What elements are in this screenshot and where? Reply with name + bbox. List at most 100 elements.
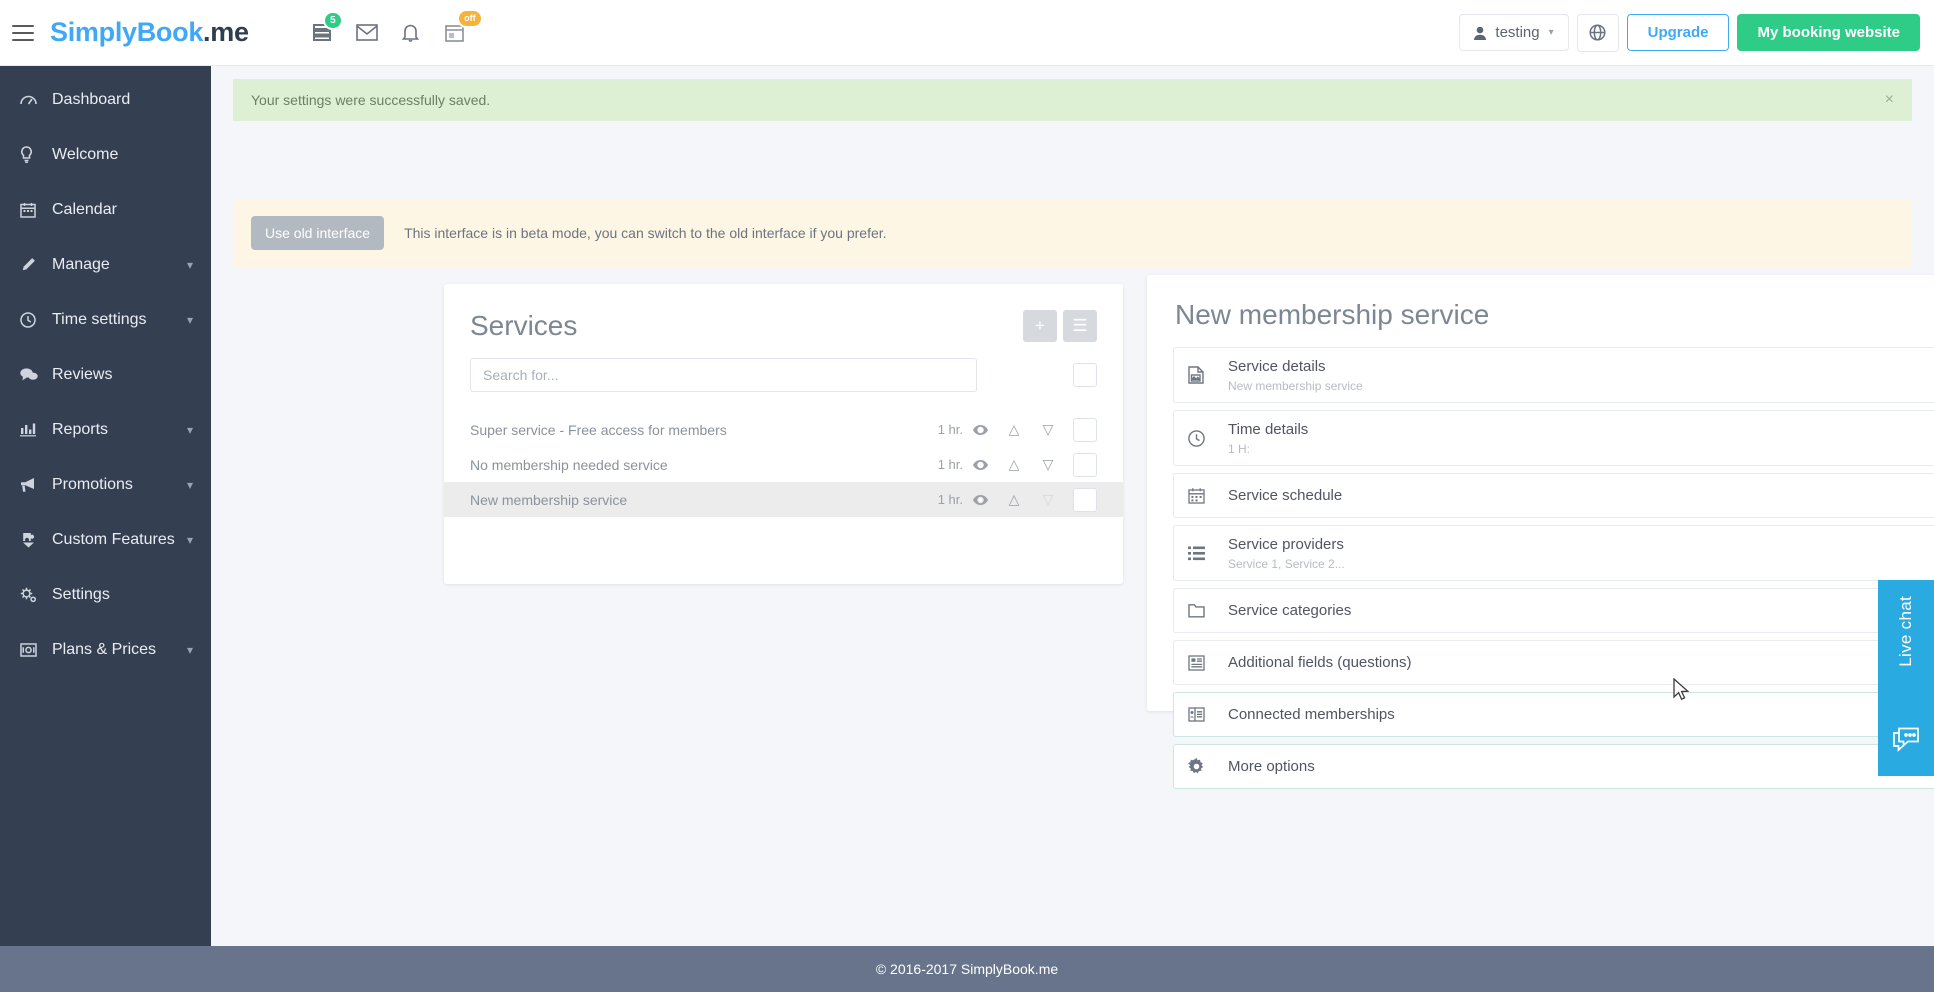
select-all-checkbox[interactable]: [1073, 363, 1097, 387]
detail-row-service-details[interactable]: Service details New membership service: [1173, 347, 1934, 403]
page-title: Services: [470, 310, 578, 341]
upgrade-button[interactable]: Upgrade: [1626, 14, 1730, 51]
top-bar: SimplyBook.me 5 off testing ▾ Upgrade My…: [0, 0, 1934, 66]
calendar-icon: [20, 202, 46, 218]
row-checkbox[interactable]: [1073, 452, 1097, 477]
chevron-down-icon: ▾: [186, 312, 193, 327]
live-chat-tab[interactable]: Live chat: [1878, 580, 1934, 776]
move-down-icon[interactable]: ▽: [1031, 421, 1065, 438]
move-down-icon[interactable]: ▽: [1031, 491, 1065, 508]
detail-row-additional-fields[interactable]: Additional fields (questions): [1173, 640, 1934, 685]
close-icon[interactable]: ×: [1885, 91, 1894, 109]
eye-icon[interactable]: [963, 422, 997, 438]
top-right-group: testing ▾ Upgrade My booking website: [1459, 13, 1934, 52]
row-checkbox[interactable]: [1073, 487, 1097, 512]
service-duration: 1 hr.: [937, 422, 963, 437]
detail-text: Service categories: [1228, 602, 1351, 620]
sidebar-item-plans-prices[interactable]: Plans & Prices ▾: [0, 622, 211, 677]
detail-text: Time details 1 H:: [1228, 421, 1308, 456]
detail-row-time-details[interactable]: Time details 1 H:: [1173, 410, 1934, 466]
eye-icon[interactable]: [963, 457, 997, 473]
sidebar-item-promotions[interactable]: Promotions ▾: [0, 457, 211, 512]
pencil-icon: [20, 257, 46, 273]
id-card-icon: [1188, 707, 1228, 722]
list-icon: [1188, 546, 1228, 561]
services-list: Super service - Free access for members …: [444, 412, 1123, 517]
off-badge: off: [457, 8, 483, 28]
news-icon[interactable]: 5: [301, 10, 345, 55]
clock-icon: [20, 311, 46, 328]
chevron-down-icon: ▾: [1548, 27, 1554, 38]
sidebar-item-calendar[interactable]: Calendar: [0, 182, 211, 237]
chevron-down-icon: ▾: [186, 642, 193, 657]
logo[interactable]: SimplyBook.me: [50, 17, 249, 48]
my-booking-website-button[interactable]: My booking website: [1737, 14, 1920, 51]
detail-label: Service categories: [1228, 601, 1352, 619]
sidebar-item-time-settings[interactable]: Time settings ▾: [0, 292, 211, 347]
service-duration: 1 hr.: [937, 457, 963, 472]
sidebar-item-settings[interactable]: Settings: [0, 567, 211, 622]
sidebar-item-label: Reviews: [52, 365, 113, 383]
bulb-icon: [20, 146, 46, 163]
service-name: No membership needed service: [470, 456, 668, 473]
sidebar-item-dashboard[interactable]: Dashboard: [0, 72, 211, 127]
table-row[interactable]: New membership service 1 hr. △ ▽: [444, 482, 1123, 517]
detail-row-service-schedule[interactable]: Service schedule: [1173, 473, 1934, 518]
bell-icon[interactable]: [389, 11, 433, 55]
globe-icon[interactable]: [1576, 13, 1619, 52]
search-input[interactable]: [470, 358, 977, 392]
detail-sublabel: 1 H:: [1228, 441, 1251, 456]
card-icon: [20, 642, 46, 657]
detail-title: New membership service: [1175, 299, 1490, 330]
move-up-icon[interactable]: △: [997, 456, 1031, 473]
user-menu[interactable]: testing ▾: [1459, 14, 1569, 51]
detail-text: Connected memberships: [1228, 706, 1395, 724]
user-name: testing: [1495, 24, 1540, 41]
detail-label: Service schedule: [1228, 486, 1343, 504]
sidebar-item-welcome[interactable]: Welcome: [0, 127, 211, 182]
sidebar-item-custom-features[interactable]: Custom Features ▾: [0, 512, 211, 567]
calendar-widget-icon[interactable]: off: [433, 8, 483, 55]
beta-bar-text: This interface is in beta mode, you can …: [404, 225, 887, 241]
sidebar-item-reviews[interactable]: Reviews: [0, 347, 211, 402]
chevron-down-icon: ▾: [186, 532, 193, 547]
success-alert-text: Your settings were successfully saved.: [251, 92, 491, 108]
detail-label: More options: [1228, 757, 1315, 775]
gear-icon: [1188, 758, 1228, 775]
sidebar: Dashboard Welcome Calendar Manage ▾ Time…: [0, 66, 211, 946]
table-row[interactable]: No membership needed service 1 hr. △ ▽: [444, 447, 1123, 482]
move-up-icon[interactable]: △: [997, 491, 1031, 508]
service-name: New membership service: [470, 491, 628, 508]
detail-row-connected-memberships[interactable]: Connected memberships: [1173, 692, 1934, 737]
chevron-down-icon: ▾: [186, 422, 193, 437]
table-row[interactable]: Super service - Free access for members …: [444, 412, 1123, 447]
detail-text: Additional fields (questions): [1228, 654, 1411, 672]
logo-tld: .me: [203, 17, 249, 47]
sidebar-item-label: Time settings: [52, 310, 147, 328]
clock-icon: [1188, 429, 1228, 447]
use-old-interface-button[interactable]: Use old interface: [251, 216, 385, 250]
detail-row-service-categories[interactable]: Service categories: [1173, 588, 1934, 633]
detail-text: Service providers Service 1, Service 2..…: [1228, 536, 1345, 571]
sidebar-item-reports[interactable]: Reports ▾: [0, 402, 211, 457]
row-checkbox[interactable]: [1073, 417, 1097, 442]
services-list-menu-button[interactable]: ☰: [1063, 310, 1097, 342]
sidebar-item-manage[interactable]: Manage ▾: [0, 237, 211, 292]
detail-row-service-providers[interactable]: Service providers Service 1, Service 2..…: [1173, 525, 1934, 581]
detail-text: Service details New membership service: [1228, 358, 1363, 393]
mail-icon[interactable]: [345, 11, 389, 55]
hamburger-icon[interactable]: [12, 24, 34, 41]
logo-main: implyBook: [67, 17, 204, 47]
services-panel: Services + ☰ Super service - Free access…: [444, 284, 1123, 584]
puzzle-icon: [20, 532, 46, 548]
detail-header: New membership service Delete ✕: [1147, 275, 1934, 347]
detail-row-more-options[interactable]: More options: [1173, 744, 1934, 789]
logo-s: S: [50, 17, 68, 47]
dashboard-icon: [20, 92, 46, 107]
add-service-button[interactable]: +: [1023, 310, 1057, 342]
success-alert: Your settings were successfully saved. ×: [233, 79, 1912, 121]
move-down-icon[interactable]: ▽: [1031, 456, 1065, 473]
top-icon-group: 5 off: [301, 0, 483, 66]
move-up-icon[interactable]: △: [997, 421, 1031, 438]
eye-icon[interactable]: [963, 492, 997, 508]
